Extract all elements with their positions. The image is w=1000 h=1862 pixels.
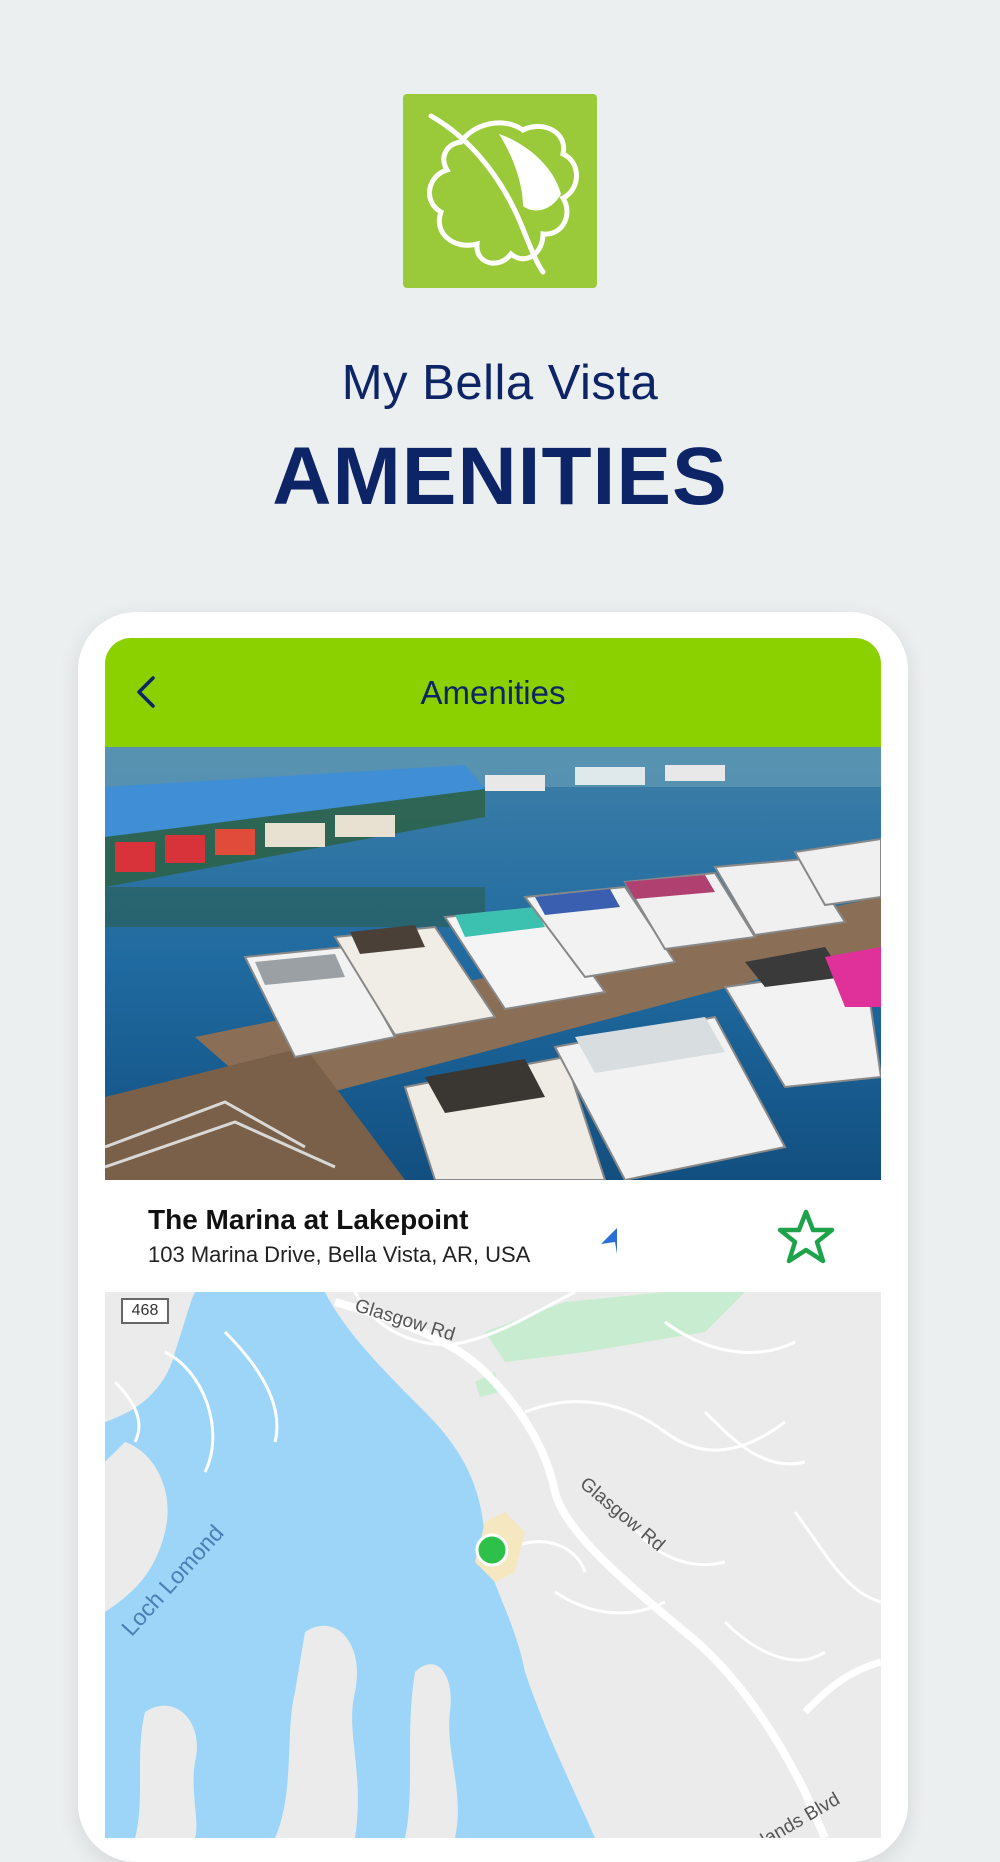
route-shield-468: 468 — [121, 1298, 169, 1324]
place-info-bar: The Marina at Lakepoint 103 Marina Drive… — [105, 1180, 881, 1292]
amenity-photo — [105, 747, 881, 1180]
leaf-logo-icon — [427, 113, 579, 275]
page-title: AMENITIES — [272, 431, 728, 522]
app-screen: Amenities The Marina at Lakepoint 103 Ma… — [105, 638, 881, 1838]
app-bar: Amenities — [105, 638, 881, 747]
app-subtitle: My Bella Vista — [341, 356, 659, 410]
location-map[interactable]: 468 Glasgow Rd Glasgow Rd hlands Blvd Lo… — [105, 1292, 881, 1838]
place-name: The Marina at Lakepoint — [148, 1204, 469, 1235]
place-address: 103 Marina Drive, Bella Vista, AR, USA — [148, 1242, 531, 1267]
app-logo — [403, 94, 597, 288]
appbar-title: Amenities — [420, 674, 566, 711]
navigate-button[interactable] — [597, 1226, 627, 1256]
navigation-arrow-icon — [601, 1228, 617, 1254]
star-outline-icon — [777, 1209, 835, 1264]
favorite-button[interactable] — [777, 1208, 835, 1266]
